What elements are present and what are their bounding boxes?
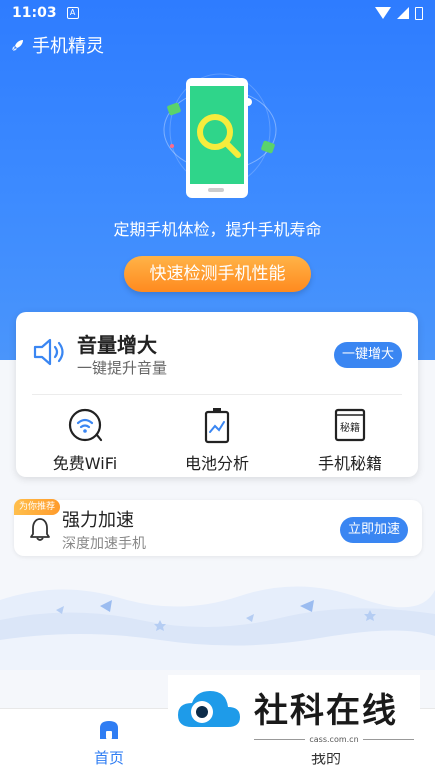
- wave-decoration: [0, 586, 435, 670]
- tool-label: 电池分析: [184, 454, 249, 473]
- home-icon: [100, 721, 118, 739]
- volume-title: 音量增大: [77, 333, 157, 357]
- recommend-card: 为你推荐 强力加速 深度加速手机 立即加速: [14, 499, 422, 556]
- tool-battery-analysis[interactable]: 电池分析: [167, 406, 267, 474]
- cloud-logo-icon: [178, 691, 240, 727]
- watermark-overlay: 社科在线 cass.com.cn: [168, 675, 420, 753]
- nav-home-label: 首页: [93, 749, 124, 767]
- watermark-domain-text: cass.com.cn: [309, 735, 359, 744]
- tool-label: 免费WiFi: [52, 454, 118, 473]
- card-divider: [32, 394, 402, 395]
- volume-subtitle: 一键提升音量: [77, 359, 168, 377]
- watermark-line-left: [254, 739, 306, 740]
- quick-check-button[interactable]: 快速检测手机性能: [124, 256, 311, 292]
- hero-slogan: 定期手机体检，提升手机寿命: [113, 220, 322, 239]
- watermark-domain: cass.com.cn: [254, 735, 414, 744]
- speed-up-button[interactable]: 立即加速: [340, 517, 408, 543]
- speaker-icon: [33, 338, 64, 366]
- rocket-icon: [12, 40, 23, 51]
- signal-icon: [397, 7, 409, 19]
- notification-icon: A: [66, 7, 79, 19]
- volume-card: 音量增大 一键提升音量 一键增大 免费WiFi 电池分析 秘籍 手机秘籍: [16, 312, 418, 477]
- tool-label: 手机秘籍: [317, 454, 382, 473]
- watermark-name: 社科在线: [254, 691, 398, 731]
- battery-icon: [204, 408, 230, 444]
- bell-icon: [30, 518, 50, 541]
- status-bar: 11:03 A: [0, 0, 435, 26]
- watermark-line-right: [362, 739, 414, 740]
- book-icon: 秘籍: [334, 408, 366, 442]
- book-icon-text: 秘籍: [340, 421, 360, 434]
- phone-scan-illustration: [163, 73, 277, 198]
- tool-phone-tips[interactable]: 秘籍 手机秘籍: [300, 406, 400, 474]
- app-title: 手机精灵: [32, 36, 104, 57]
- wifi-status-icon: [375, 7, 391, 19]
- app-title-bar: 手机精灵: [10, 32, 104, 58]
- recommend-subtitle: 深度加速手机: [62, 536, 146, 552]
- wifi-icon: [68, 408, 103, 442]
- status-time: 11:03: [12, 5, 57, 21]
- battery-status-icon: [415, 6, 423, 20]
- recommend-badge: 为你推荐: [14, 499, 61, 515]
- recommend-title: 强力加速: [62, 510, 134, 531]
- nav-home[interactable]: 首页: [59, 717, 159, 768]
- tool-free-wifi[interactable]: 免费WiFi: [35, 406, 135, 474]
- volume-boost-button[interactable]: 一键增大: [334, 342, 402, 368]
